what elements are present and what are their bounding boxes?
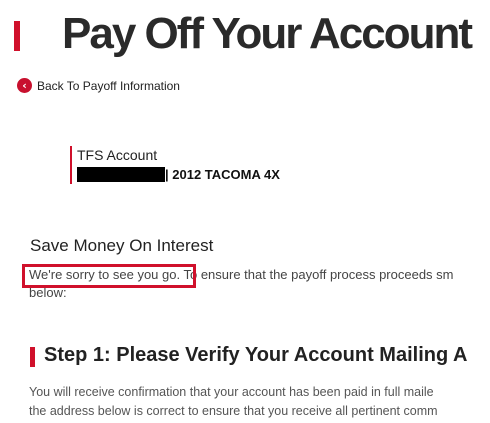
interest-text-rest: To ensure that the payoff process procee… — [180, 267, 454, 282]
account-label: TFS Account — [77, 147, 158, 163]
account-line: | 2012 TACOMA 4X — [77, 164, 280, 184]
step1-body: You will receive confirmation that your … — [29, 383, 490, 421]
redacted-account-number — [77, 166, 165, 182]
step1-body-line1: You will receive confirmation that your … — [29, 385, 434, 399]
interest-paragraph-line1: We're sorry to see you go. To ensure tha… — [29, 266, 490, 284]
account-vehicle: | 2012 TACOMA 4X — [165, 166, 280, 182]
interest-paragraph-line2: below: — [29, 285, 67, 300]
back-to-payoff-link[interactable]: ‹ Back To Payoff Information — [17, 78, 180, 93]
page-title: Pay Off Your Account — [62, 9, 473, 58]
page-header: Pay Off Your Account — [0, 8, 490, 62]
section-heading-interest: Save Money On Interest — [30, 236, 214, 255]
account-summary: TFS Account | 2012 TACOMA 4X — [70, 146, 280, 184]
chevron-left-icon: ‹ — [17, 78, 32, 93]
step-accent-bar — [30, 347, 35, 367]
sorry-text: We're sorry to see you go. — [29, 267, 181, 282]
step1-body-line2: the address below is correct to ensure t… — [29, 404, 438, 418]
step1-heading: Step 1: Please Verify Your Account Maili… — [44, 344, 468, 366]
interest-paragraph: We're sorry to see you go. To ensure tha… — [29, 266, 490, 302]
title-accent-bar — [14, 21, 20, 51]
back-link-label: Back To Payoff Information — [37, 78, 180, 93]
